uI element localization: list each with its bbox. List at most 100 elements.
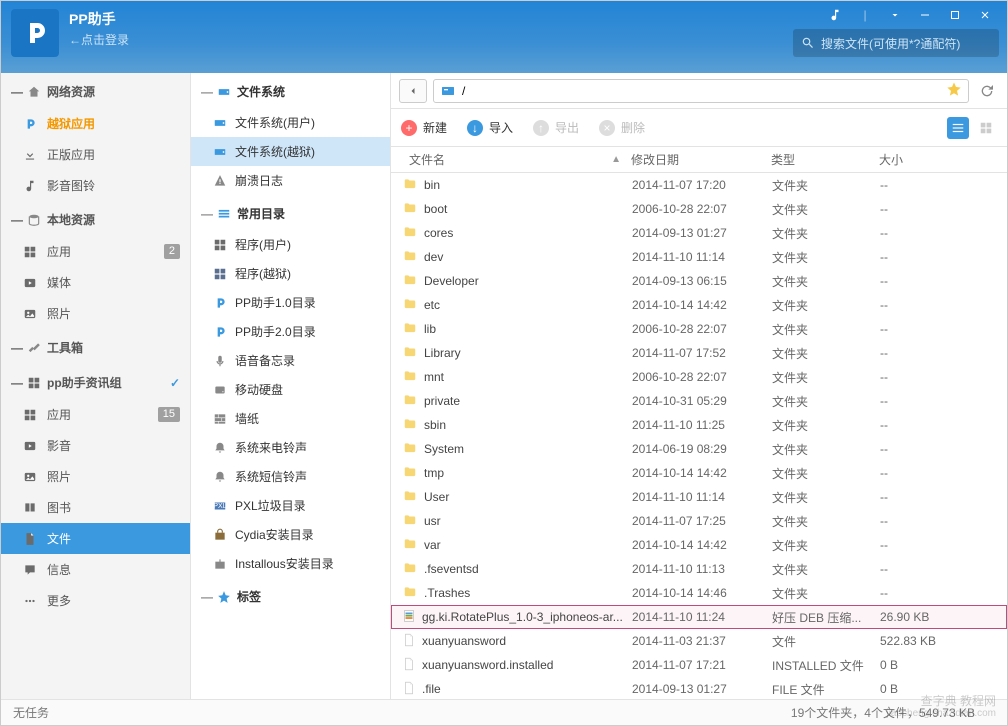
file-row[interactable]: xuanyuansword.installed2014-11-07 17:21I… <box>391 653 1007 677</box>
file-size: -- <box>880 490 996 504</box>
file-row[interactable]: usr2014-11-07 17:25文件夹-- <box>391 509 1007 533</box>
sidebar-item[interactable]: 应用2 <box>1 236 190 267</box>
file-name: .fseventsd <box>424 562 479 576</box>
file-row[interactable]: .file2014-09-13 01:27FILE 文件0 B <box>391 677 1007 699</box>
col-name[interactable]: 文件名▲ <box>401 151 631 168</box>
tree-item[interactable]: PP助手1.0目录 <box>191 288 390 317</box>
col-type[interactable]: 类型 <box>771 151 879 168</box>
file-type: 文件夹 <box>772 393 880 410</box>
pp-icon <box>213 325 227 339</box>
path-input[interactable]: / <box>433 79 969 103</box>
tree-item[interactable]: PXLPXL垃圾目录 <box>191 491 390 520</box>
sidebar-section-header[interactable]: —工具箱 <box>1 329 190 364</box>
group-header[interactable]: —常用目录 <box>191 195 390 230</box>
file-row[interactable]: private2014-10-31 05:29文件夹-- <box>391 389 1007 413</box>
sidebar-item[interactable]: 文件 <box>1 523 190 554</box>
sidebar-item[interactable]: 正版应用 <box>1 139 190 170</box>
group-header[interactable]: —标签 <box>191 578 390 613</box>
sidebar-item[interactable]: 图书 <box>1 492 190 523</box>
menu-dropdown-icon[interactable] <box>887 7 903 23</box>
folder-icon <box>402 249 418 266</box>
tree-item[interactable]: 系统来电铃声 <box>191 433 390 462</box>
back-button[interactable] <box>399 79 427 103</box>
file-row[interactable]: mnt2006-10-28 22:07文件夹-- <box>391 365 1007 389</box>
file-row[interactable]: boot2006-10-28 22:07文件夹-- <box>391 197 1007 221</box>
file-row[interactable]: tmp2014-10-14 14:42文件夹-- <box>391 461 1007 485</box>
tree-item[interactable]: 语音备忘录 <box>191 346 390 375</box>
tree-item[interactable]: Installous安装目录 <box>191 549 390 578</box>
group-icon <box>217 207 231 221</box>
file-row[interactable]: dev2014-11-10 11:14文件夹-- <box>391 245 1007 269</box>
tree-item[interactable]: 移动硬盘 <box>191 375 390 404</box>
search-box[interactable]: 搜索文件(可使用*?通配符) <box>793 29 999 57</box>
list-view-button[interactable] <box>947 117 969 139</box>
badge: 15 <box>158 407 180 422</box>
file-row[interactable]: .Trashes2014-10-14 14:46文件夹-- <box>391 581 1007 605</box>
file-row[interactable]: sbin2014-11-10 11:25文件夹-- <box>391 413 1007 437</box>
file-type: 文件 <box>772 633 880 650</box>
maximize-icon[interactable] <box>947 7 963 23</box>
inst-icon <box>213 557 227 571</box>
file-row[interactable]: bin2014-11-07 17:20文件夹-- <box>391 173 1007 197</box>
import-button[interactable]: ↓ 导入 <box>467 119 513 136</box>
tree-item[interactable]: 程序(越狱) <box>191 259 390 288</box>
tree-item[interactable]: 文件系统(用户) <box>191 108 390 137</box>
file-size: -- <box>880 298 996 312</box>
star-icon[interactable] <box>946 81 962 100</box>
sidebar-item[interactable]: 照片 <box>1 461 190 492</box>
tree-item[interactable]: 系统短信铃声 <box>191 462 390 491</box>
login-hint[interactable]: ←点击登录 <box>69 31 129 48</box>
new-button[interactable]: + 新建 <box>401 119 447 136</box>
tree-item[interactable]: 墙纸 <box>191 404 390 433</box>
music-icon[interactable] <box>827 7 843 23</box>
sidebar-section-header[interactable]: —pp助手资讯组✓ <box>1 364 190 399</box>
section-icon <box>27 341 41 355</box>
sidebar-section-header[interactable]: —本地资源 <box>1 201 190 236</box>
file-size: 522.83 KB <box>880 634 996 648</box>
file-date: 2014-11-10 11:25 <box>632 418 772 432</box>
file-row[interactable]: System2014-06-19 08:29文件夹-- <box>391 437 1007 461</box>
tree-item[interactable]: 文件系统(越狱) <box>191 137 390 166</box>
file-row[interactable]: etc2014-10-14 14:42文件夹-- <box>391 293 1007 317</box>
group-header[interactable]: —文件系统 <box>191 73 390 108</box>
file-row[interactable]: .fseventsd2014-11-10 11:13文件夹-- <box>391 557 1007 581</box>
refresh-button[interactable] <box>975 79 999 103</box>
tree-item[interactable]: PP助手2.0目录 <box>191 317 390 346</box>
sidebar-section-header[interactable]: —网络资源 <box>1 73 190 108</box>
music-icon <box>23 179 37 193</box>
sidebar-item[interactable]: 照片 <box>1 298 190 329</box>
minimize-icon[interactable] <box>917 7 933 23</box>
secondary-sidebar: —文件系统文件系统(用户)文件系统(越狱)崩溃日志—常用目录程序(用户)程序(越… <box>191 73 391 699</box>
section-icon <box>27 213 41 227</box>
sidebar-item[interactable]: 信息 <box>1 554 190 585</box>
delete-button[interactable]: × 删除 <box>599 119 645 136</box>
sidebar-item[interactable]: 越狱应用 <box>1 108 190 139</box>
file-size: -- <box>880 226 996 240</box>
file-row[interactable]: User2014-11-10 11:14文件夹-- <box>391 485 1007 509</box>
col-date[interactable]: 修改日期 <box>631 151 771 168</box>
file-row[interactable]: Developer2014-09-13 06:15文件夹-- <box>391 269 1007 293</box>
sidebar-item[interactable]: 更多 <box>1 585 190 616</box>
close-icon[interactable] <box>977 7 993 23</box>
file-row[interactable]: lib2006-10-28 22:07文件夹-- <box>391 317 1007 341</box>
file-icon <box>402 656 416 675</box>
chevron-icon: — <box>201 207 213 221</box>
sidebar-item[interactable]: 影音 <box>1 430 190 461</box>
tree-item[interactable]: 程序(用户) <box>191 230 390 259</box>
file-row[interactable]: gg.ki.RotatePlus_1.0-3_iphoneos-ar...201… <box>391 605 1007 629</box>
file-row[interactable]: xuanyuansword2014-11-03 21:37文件522.83 KB <box>391 629 1007 653</box>
file-date: 2014-11-10 11:13 <box>632 562 772 576</box>
sidebar-item[interactable]: 媒体 <box>1 267 190 298</box>
file-name: lib <box>424 322 436 336</box>
tree-item[interactable]: 崩溃日志 <box>191 166 390 195</box>
grid-view-button[interactable] <box>975 117 997 139</box>
search-icon <box>801 36 815 50</box>
sidebar-item[interactable]: 应用15 <box>1 399 190 430</box>
sidebar-item[interactable]: 影音图铃 <box>1 170 190 201</box>
tree-item[interactable]: Cydia安装目录 <box>191 520 390 549</box>
export-button[interactable]: ↑ 导出 <box>533 119 579 136</box>
col-size[interactable]: 大小 <box>879 151 997 168</box>
file-row[interactable]: cores2014-09-13 01:27文件夹-- <box>391 221 1007 245</box>
file-row[interactable]: var2014-10-14 14:42文件夹-- <box>391 533 1007 557</box>
file-row[interactable]: Library2014-11-07 17:52文件夹-- <box>391 341 1007 365</box>
